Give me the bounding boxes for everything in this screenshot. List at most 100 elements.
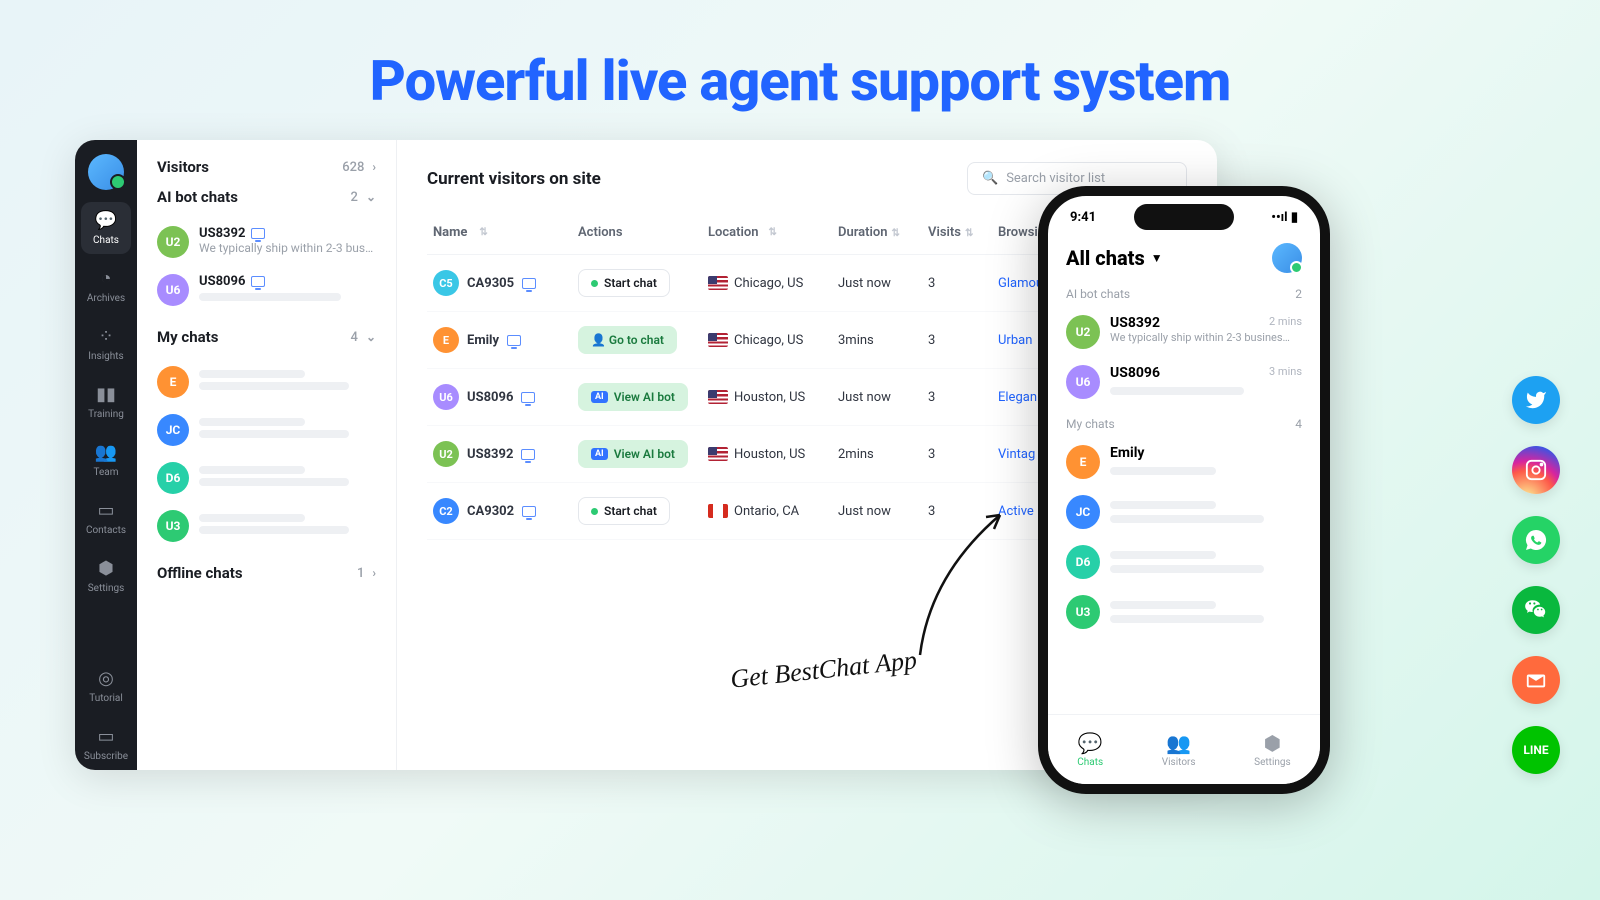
duration-text: Just now — [838, 276, 928, 291]
chat-icon: 💬 — [1078, 731, 1103, 755]
conversation-panel: Visitors 628 › AI bot chats 2 ⌄ U2 US839… — [137, 140, 397, 770]
section-count: 1 — [357, 566, 364, 581]
tab-chats[interactable]: 💬 Chats — [1077, 731, 1103, 768]
whatsapp-icon[interactable] — [1512, 516, 1560, 564]
view-ai-bot-button[interactable]: AI View AI bot — [578, 383, 688, 411]
nav-insights[interactable]: ⁘ Insights — [81, 318, 131, 370]
phone-section-my: My chats 4 — [1066, 417, 1302, 431]
nav-chats[interactable]: 💬 Chats — [81, 202, 131, 254]
start-chat-button[interactable]: Start chat — [578, 269, 670, 297]
chat-item[interactable]: E — [157, 358, 376, 406]
skeleton — [199, 430, 349, 438]
nav-team[interactable]: 👥 Team — [81, 434, 131, 486]
nav-training[interactable]: ▮▮ Training — [81, 376, 131, 428]
col-name[interactable]: Name — [433, 225, 467, 240]
sort-icon: ⇅ — [479, 227, 487, 238]
location-text: Chicago, US — [734, 333, 803, 348]
callout: Get BestChat App — [730, 495, 1020, 695]
phone-chat-item[interactable]: E Emily — [1066, 437, 1302, 487]
tab-settings[interactable]: ⬢ Settings — [1254, 731, 1291, 768]
avatar: E — [1066, 445, 1100, 479]
flag-icon — [708, 276, 728, 290]
insights-icon: ⁘ — [98, 326, 113, 347]
phone-section-ai: AI bot chats 2 — [1066, 287, 1302, 301]
chat-item[interactable]: JC — [157, 406, 376, 454]
line-icon[interactable]: LINE — [1512, 726, 1560, 774]
app-logo[interactable] — [1272, 243, 1302, 273]
nav-contacts[interactable]: ▭ Contacts — [81, 492, 131, 544]
chevron-down-icon: ⌄ — [366, 190, 376, 204]
phone-chat-item[interactable]: U3 — [1066, 587, 1302, 637]
chat-name: US8096 — [199, 274, 376, 289]
desktop-icon — [251, 228, 265, 239]
nav-subscribe[interactable]: ▭ Subscribe — [81, 718, 131, 770]
chat-item[interactable]: U3 — [157, 502, 376, 550]
phone-chat-item[interactable]: JC — [1066, 487, 1302, 537]
nav-tutorial[interactable]: ◎ Tutorial — [81, 660, 131, 712]
chat-preview: We typically ship within 2-3 business da… — [1110, 331, 1290, 344]
section-my-chats[interactable]: My chats 4 ⌄ — [157, 328, 376, 346]
compass-icon: ◎ — [98, 668, 114, 689]
location-text: Houston, US — [734, 447, 805, 462]
nav-settings[interactable]: ⬢ Settings — [81, 550, 131, 602]
col-duration[interactable]: Duration — [838, 225, 888, 240]
skeleton — [199, 293, 341, 301]
chat-icon: 💬 — [95, 210, 117, 231]
nav-archives[interactable]: ◔ Archives — [81, 260, 131, 312]
chevron-down-icon: ⌄ — [366, 330, 376, 344]
avatar: D6 — [157, 462, 189, 494]
location-text: Chicago, US — [734, 276, 803, 291]
phone-title[interactable]: All chats ▼ — [1066, 246, 1163, 270]
section-count: 4 — [351, 330, 358, 345]
chat-name: Emily — [1110, 445, 1302, 461]
nav-label: Team — [94, 467, 119, 478]
chat-item[interactable]: U6 US8096 — [157, 266, 376, 314]
callout-text: Get BestChat App — [729, 645, 918, 694]
start-chat-button[interactable]: Start chat — [578, 497, 670, 525]
chat-preview: We typically ship within 2-3 busi... — [199, 241, 376, 255]
visitor-name: US8392 — [467, 447, 513, 462]
col-location[interactable]: Location — [708, 225, 759, 240]
twitter-icon[interactable] — [1512, 376, 1560, 424]
chat-item[interactable]: U2 US8392 We typically ship within 2-3 b… — [157, 218, 376, 266]
phone-chat-item[interactable]: U6 US80963 mins — [1066, 357, 1302, 407]
desktop-icon — [507, 335, 521, 346]
phone-chat-item[interactable]: D6 — [1066, 537, 1302, 587]
chat-time: 2 mins — [1269, 315, 1302, 331]
search-icon: 🔍 — [982, 171, 998, 186]
avatar: U6 — [1066, 365, 1100, 399]
flag-icon — [708, 447, 728, 461]
phone-tabbar: 💬 Chats 👥 Visitors ⬢ Settings — [1048, 714, 1320, 784]
instagram-icon[interactable] — [1512, 446, 1560, 494]
visits-text: 3 — [928, 276, 998, 291]
wechat-icon[interactable] — [1512, 586, 1560, 634]
people-icon: 👥 — [1166, 731, 1191, 755]
avatar: JC — [157, 414, 189, 446]
skeleton — [199, 382, 349, 390]
section-visitors[interactable]: Visitors 628 › — [157, 158, 376, 176]
section-count: 2 — [351, 190, 358, 205]
skeleton — [199, 514, 305, 522]
duration-text: Just now — [838, 390, 928, 405]
section-title: Visitors — [157, 158, 209, 176]
chat-item[interactable]: D6 — [157, 454, 376, 502]
col-visits[interactable]: Visits — [928, 225, 961, 240]
nav-label: Training — [88, 409, 124, 420]
section-ai-chats[interactable]: AI bot chats 2 ⌄ — [157, 188, 376, 206]
app-logo — [88, 154, 124, 190]
desktop-icon — [522, 278, 536, 289]
avatar: U2 — [1066, 315, 1100, 349]
view-ai-bot-button[interactable]: AI View AI bot — [578, 440, 688, 468]
phone-chat-item[interactable]: U2 US83922 mins We typically ship within… — [1066, 307, 1302, 357]
avatar: E — [433, 327, 459, 353]
desktop-icon — [521, 449, 535, 460]
sort-icon: ⇅ — [965, 228, 973, 239]
visitor-name: CA9305 — [467, 276, 514, 291]
section-offline-chats[interactable]: Offline chats 1 › — [157, 564, 376, 582]
go-to-chat-button[interactable]: 👤 Go to chat — [578, 326, 677, 354]
tab-visitors[interactable]: 👥 Visitors — [1162, 731, 1196, 768]
mail-icon[interactable] — [1512, 656, 1560, 704]
avatar: C2 — [433, 498, 459, 524]
flag-icon — [708, 390, 728, 404]
col-actions: Actions — [578, 225, 623, 240]
